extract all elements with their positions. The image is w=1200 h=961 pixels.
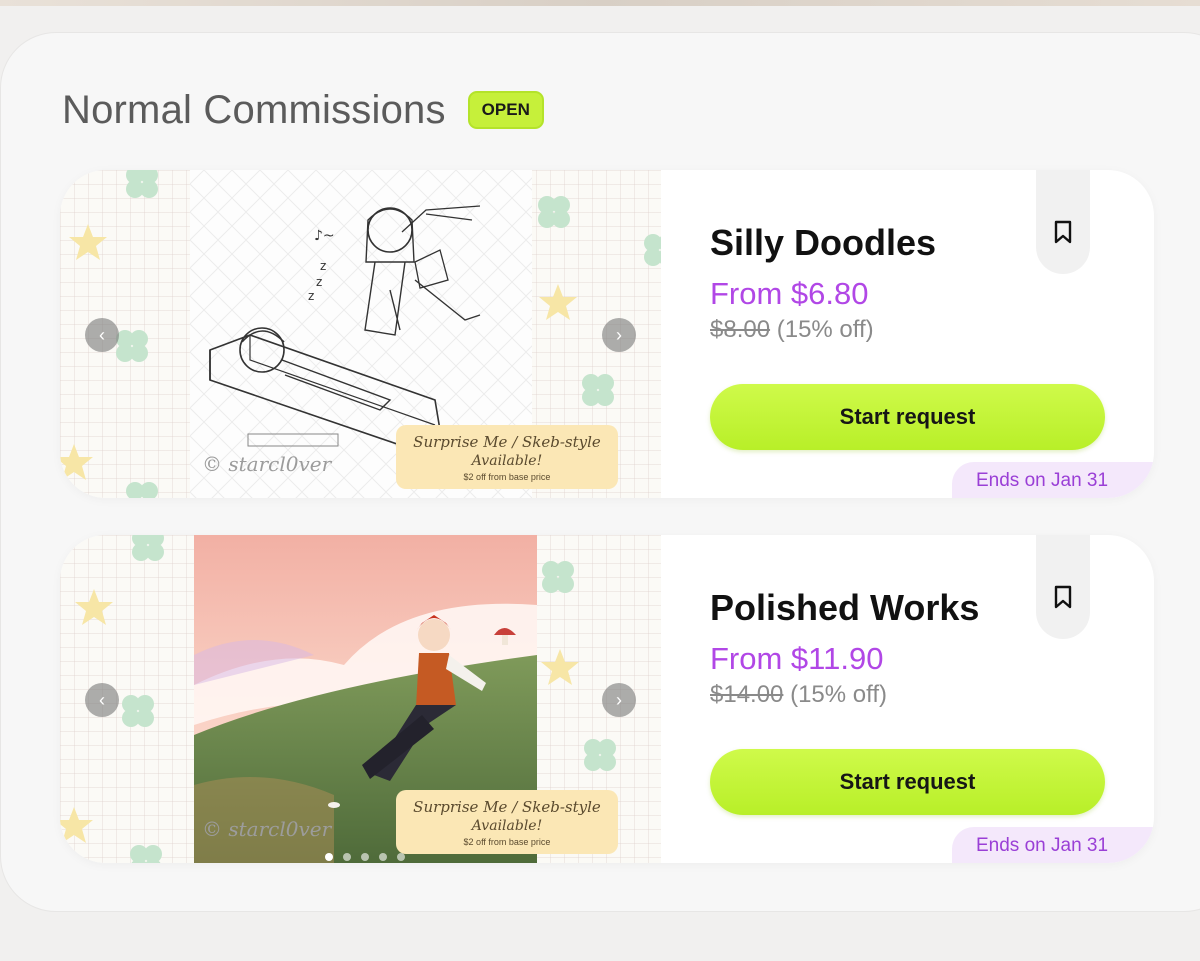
original-price: $14.00 bbox=[710, 681, 784, 708]
card-image-carousel[interactable]: © starcl0ver Surprise Me / Skeb-style Av… bbox=[60, 535, 661, 863]
clover-decoration bbox=[584, 739, 616, 771]
commission-card-polished-works[interactable]: © starcl0ver Surprise Me / Skeb-style Av… bbox=[60, 535, 1154, 863]
clover-decoration bbox=[132, 535, 164, 561]
clover-decoration bbox=[126, 482, 158, 498]
carousel-prev-button[interactable]: ‹ bbox=[85, 683, 119, 717]
chevron-left-icon: ‹ bbox=[99, 689, 105, 710]
section-title: Normal Commissions bbox=[62, 87, 446, 132]
card-title: Silly Doodles bbox=[710, 222, 937, 263]
card-price: From $11.90 bbox=[710, 641, 884, 676]
carousel-prev-button[interactable]: ‹ bbox=[85, 318, 119, 352]
promo-overlay: Surprise Me / Skeb-style Available! $2 o… bbox=[396, 790, 618, 854]
bookmark-button[interactable] bbox=[1036, 535, 1090, 639]
chevron-right-icon: › bbox=[616, 689, 622, 710]
carousel-dot[interactable] bbox=[361, 853, 369, 861]
original-price-row: $14.00 (15% off) bbox=[710, 681, 887, 709]
carousel-next-button[interactable]: › bbox=[602, 318, 636, 352]
svg-text:z: z bbox=[316, 275, 322, 289]
start-request-button[interactable]: Start request bbox=[710, 749, 1105, 815]
svg-text:z: z bbox=[308, 289, 314, 303]
star-decoration bbox=[75, 589, 113, 625]
clover-decoration bbox=[538, 196, 570, 228]
artist-watermark: © starcl0ver bbox=[202, 452, 332, 476]
clover-decoration bbox=[126, 170, 158, 198]
card-image-carousel[interactable]: z z z ♪~ © starcl0ver Surprise Me / Skeb… bbox=[60, 170, 661, 498]
carousel-dot[interactable] bbox=[379, 853, 387, 861]
ends-on-badge: Ends on Jan 31 bbox=[952, 462, 1154, 498]
discount-label: (15% off) bbox=[790, 681, 888, 708]
promo-line-3: $2 off from base price bbox=[463, 471, 551, 482]
clover-decoration bbox=[644, 234, 661, 266]
star-decoration bbox=[69, 224, 107, 260]
star-decoration bbox=[541, 649, 579, 685]
promo-line-1: Surprise Me / Skeb-style bbox=[413, 797, 601, 816]
promo-line-1: Surprise Me / Skeb-style bbox=[413, 432, 601, 451]
promo-line-2: Available! bbox=[471, 452, 543, 469]
carousel-dot[interactable] bbox=[343, 853, 351, 861]
commission-card-silly-doodles[interactable]: z z z ♪~ © starcl0ver Surprise Me / Skeb… bbox=[60, 170, 1154, 498]
carousel-dots bbox=[325, 853, 405, 861]
chevron-left-icon: ‹ bbox=[99, 324, 105, 345]
discount-label: (15% off) bbox=[776, 316, 874, 343]
clover-decoration bbox=[130, 845, 162, 863]
status-badge: OPEN bbox=[467, 91, 544, 129]
svg-text:♪~: ♪~ bbox=[314, 228, 335, 244]
carousel-dot[interactable] bbox=[325, 853, 333, 861]
card-price: From $6.80 bbox=[710, 276, 869, 311]
clover-decoration bbox=[122, 695, 154, 727]
promo-overlay: Surprise Me / Skeb-style Available! $2 o… bbox=[396, 425, 618, 489]
section-header: Normal Commissions OPEN bbox=[62, 84, 544, 136]
clover-decoration bbox=[582, 374, 614, 406]
bookmark-icon bbox=[1054, 220, 1072, 244]
original-price: $8.00 bbox=[710, 316, 771, 343]
card-title: Polished Works bbox=[710, 587, 980, 628]
star-decoration bbox=[60, 444, 93, 480]
svg-text:z: z bbox=[320, 259, 326, 273]
clover-decoration bbox=[542, 561, 574, 593]
promo-line-2: Available! bbox=[471, 817, 543, 834]
carousel-next-button[interactable]: › bbox=[602, 683, 636, 717]
bookmark-button[interactable] bbox=[1036, 170, 1090, 274]
artist-watermark: © starcl0ver bbox=[202, 817, 332, 841]
star-decoration bbox=[539, 284, 577, 320]
bookmark-icon bbox=[1054, 585, 1072, 609]
chevron-right-icon: › bbox=[616, 324, 622, 345]
top-bar bbox=[0, 0, 1200, 6]
promo-line-3: $2 off from base price bbox=[463, 836, 551, 847]
original-price-row: $8.00 (15% off) bbox=[710, 316, 874, 344]
star-decoration bbox=[60, 807, 93, 843]
start-request-button[interactable]: Start request bbox=[710, 384, 1105, 450]
ends-on-badge: Ends on Jan 31 bbox=[952, 827, 1154, 863]
carousel-dot[interactable] bbox=[397, 853, 405, 861]
